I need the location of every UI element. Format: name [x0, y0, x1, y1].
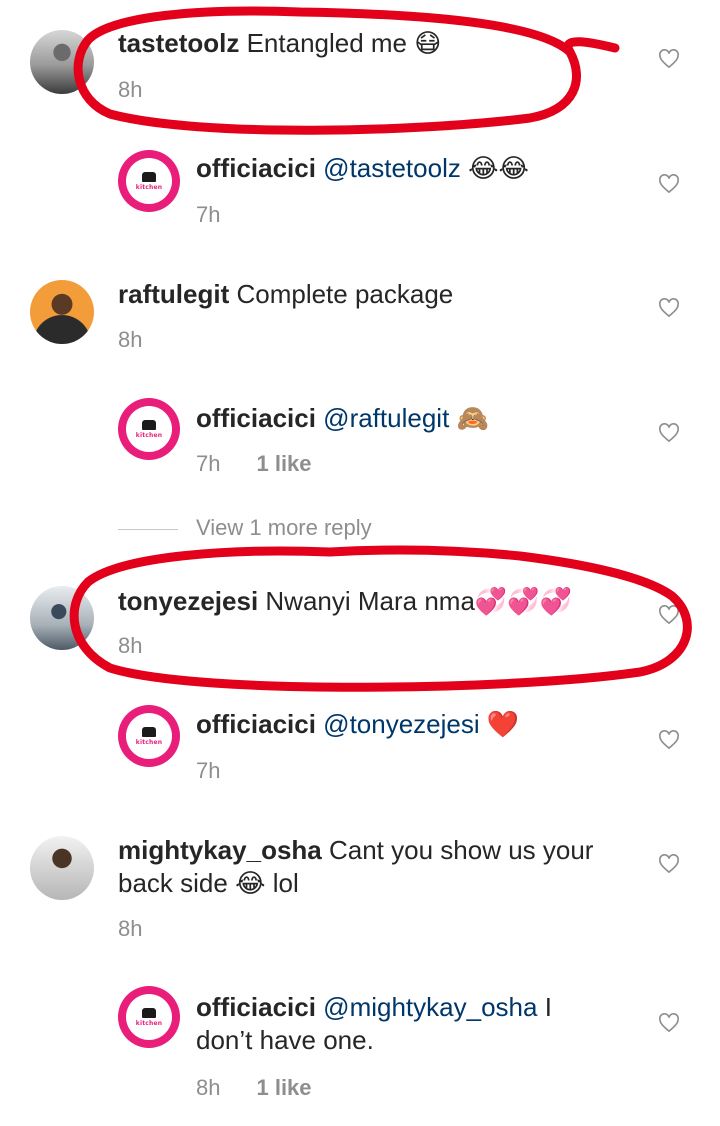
comment-body-line2: back side	[118, 868, 228, 898]
heart-icon[interactable]	[658, 854, 680, 874]
avatar-tastetoolz[interactable]	[30, 30, 94, 94]
comment-meta: 8h	[118, 633, 142, 659]
reply-meta: 7h	[196, 202, 220, 228]
username[interactable]: tonyezejesi	[118, 586, 258, 616]
avatar-tonyezejesi[interactable]	[30, 586, 94, 650]
mention-link[interactable]: @tastetoolz	[323, 153, 461, 183]
like-count[interactable]: 1 like	[256, 1075, 311, 1100]
heart-icon[interactable]	[658, 49, 680, 69]
username[interactable]: officiacici	[196, 992, 316, 1022]
avatar-officiacici[interactable]: kitchen	[118, 398, 180, 460]
comment-body-tail: lol	[272, 868, 299, 898]
username[interactable]: officiacici	[196, 153, 316, 183]
timestamp: 7h	[196, 758, 221, 783]
red-heart-emoji: ❤️	[486, 710, 520, 740]
comment-body: Cant you show us your	[328, 835, 594, 865]
reply-meta: 7h	[196, 758, 220, 784]
timestamp: 7h	[196, 202, 221, 227]
heart-icon[interactable]	[658, 605, 680, 625]
heart-icon[interactable]	[658, 730, 680, 750]
heart-icon[interactable]	[658, 423, 680, 443]
username[interactable]: officiacici	[196, 403, 316, 433]
mask-emoji: 😷	[414, 29, 442, 59]
reply-officiacici: officiacici @raftulegit 🙈	[196, 402, 489, 436]
avatar-raftulegit[interactable]	[30, 280, 94, 344]
username[interactable]: mightykay_osha	[118, 835, 322, 865]
laugh-emoji: 😂😂	[468, 154, 529, 184]
avatar-officiacici[interactable]: kitchen	[118, 986, 180, 1048]
comment-raftulegit: raftulegit Complete package	[118, 278, 453, 311]
view-more-replies[interactable]: View 1 more reply	[118, 515, 372, 541]
timestamp: 8h	[118, 916, 143, 941]
comment-tonyezejesi: tonyezejesi Nwanyi Mara nma💞💞💞	[118, 585, 572, 619]
view-more-label[interactable]: View 1 more reply	[196, 515, 372, 540]
comment-tastetoolz: tastetoolz Entangled me 😷	[118, 27, 441, 61]
comment-body: Complete package	[236, 279, 454, 309]
reply-officiacici: officiacici @tastetoolz 😂😂	[196, 152, 529, 186]
comment-meta: 8h	[118, 916, 142, 942]
mention-link[interactable]: @raftulegit	[323, 403, 449, 433]
comment-meta: 8h	[118, 327, 142, 353]
timestamp: 8h	[118, 633, 143, 658]
revolving-hearts-emoji: 💞💞💞	[474, 587, 573, 617]
timestamp: 8h	[118, 327, 143, 352]
timestamp: 8h	[196, 1075, 221, 1100]
comment-body: Nwanyi Mara nma	[265, 586, 475, 616]
reply-body: I	[544, 992, 552, 1022]
laugh-emoji: 😂	[235, 869, 266, 899]
reply-body-line2: don’t have one.	[196, 1025, 374, 1055]
comment-body: Entangled me	[246, 28, 408, 58]
timestamp: 7h	[196, 451, 221, 476]
reply-officiacici: officiacici @mightykay_osha I don’t have…	[196, 991, 636, 1057]
heart-icon[interactable]	[658, 1013, 680, 1033]
avatar-officiacici[interactable]: kitchen	[118, 705, 180, 767]
avatar-officiacici[interactable]: kitchen	[118, 150, 180, 212]
comment-mightykay-osha: mightykay_osha Cant you show us your bac…	[118, 834, 638, 901]
mention-link[interactable]: @tonyezejesi	[323, 709, 479, 739]
username[interactable]: officiacici	[196, 709, 316, 739]
timestamp: 8h	[118, 77, 143, 102]
comment-meta: 8h	[118, 77, 142, 103]
heart-icon[interactable]	[658, 298, 680, 318]
reply-officiacici: officiacici @tonyezejesi ❤️	[196, 708, 519, 742]
avatar-mightykay-osha[interactable]	[30, 836, 94, 900]
username[interactable]: tastetoolz	[118, 28, 239, 58]
reply-meta: 8h 1 like	[196, 1075, 312, 1101]
reply-meta: 7h 1 like	[196, 451, 312, 477]
see-no-evil-emoji: 🙈	[456, 404, 489, 434]
username[interactable]: raftulegit	[118, 279, 229, 309]
heart-icon[interactable]	[658, 174, 680, 194]
divider-line	[118, 528, 178, 530]
like-count[interactable]: 1 like	[256, 451, 311, 476]
mention-link[interactable]: @mightykay_osha	[323, 992, 537, 1022]
